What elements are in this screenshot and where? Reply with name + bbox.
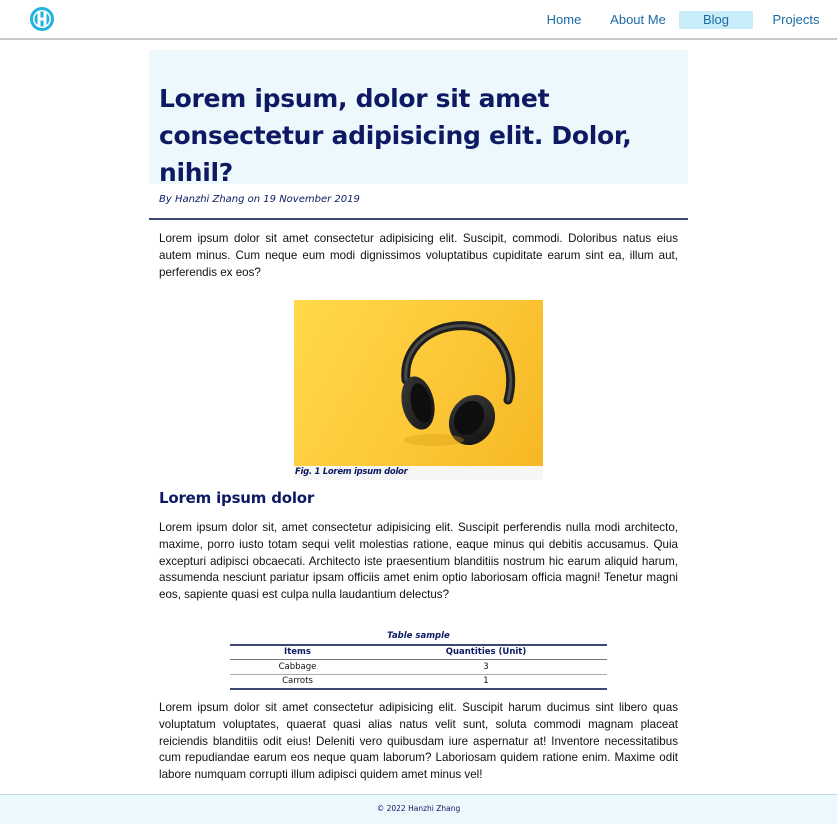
data-table: Items Quantities (Unit) Cabbage 3 Carrot… — [230, 644, 607, 690]
logo-icon[interactable] — [30, 6, 54, 32]
paragraph-closing: Lorem ipsum dolor sit amet consectetur a… — [159, 701, 678, 782]
column-header-items: Items — [284, 647, 311, 658]
table-caption: Table sample — [387, 631, 450, 641]
site-footer: © 2022 Hanzhi Zhang — [0, 794, 837, 824]
nav-home[interactable]: Home — [540, 11, 588, 29]
table-header-row: Items Quantities (Unit) — [230, 645, 607, 659]
figure: Fig. 1 Lorem ipsum dolor — [294, 300, 543, 480]
table-cell: Cabbage — [278, 661, 317, 672]
table-sample: Table sample Items Quantities (Unit) Cab… — [230, 631, 607, 690]
site-header: Home About Me Blog Projects — [0, 0, 837, 40]
table-cell: 3 — [483, 661, 489, 672]
byline: By Hanzhi Zhang on 19 November 2019 — [159, 194, 360, 205]
table-cell: 1 — [483, 676, 489, 687]
copyright-text: © 2022 Hanzhi Zhang — [376, 804, 461, 813]
headphones-icon — [401, 321, 516, 446]
paragraph-intro: Lorem ipsum dolor sit amet consectetur a… — [159, 232, 678, 279]
table-cell: Carrots — [282, 676, 313, 687]
paragraph-section: Lorem ipsum dolor sit, amet consectetur … — [159, 521, 678, 602]
nav-projects[interactable]: Projects — [766, 11, 826, 29]
page-title: Lorem ipsum, dolor sit amet consectetur … — [159, 84, 632, 187]
column-header-quantities: Quantities (Unit) — [445, 647, 527, 658]
title-banner: Lorem ipsum, dolor sit amet consectetur … — [149, 50, 688, 187]
table-row: Carrots 1 — [230, 674, 607, 689]
section-heading: Lorem ipsum dolor — [159, 489, 315, 507]
nav-blog[interactable]: Blog — [679, 11, 753, 29]
headphones-image — [294, 300, 543, 466]
figure-caption: Fig. 1 Lorem ipsum dolor — [295, 467, 408, 477]
nav-about-me[interactable]: About Me — [604, 11, 672, 29]
divider — [149, 218, 688, 220]
table-row: Cabbage 3 — [230, 659, 607, 674]
